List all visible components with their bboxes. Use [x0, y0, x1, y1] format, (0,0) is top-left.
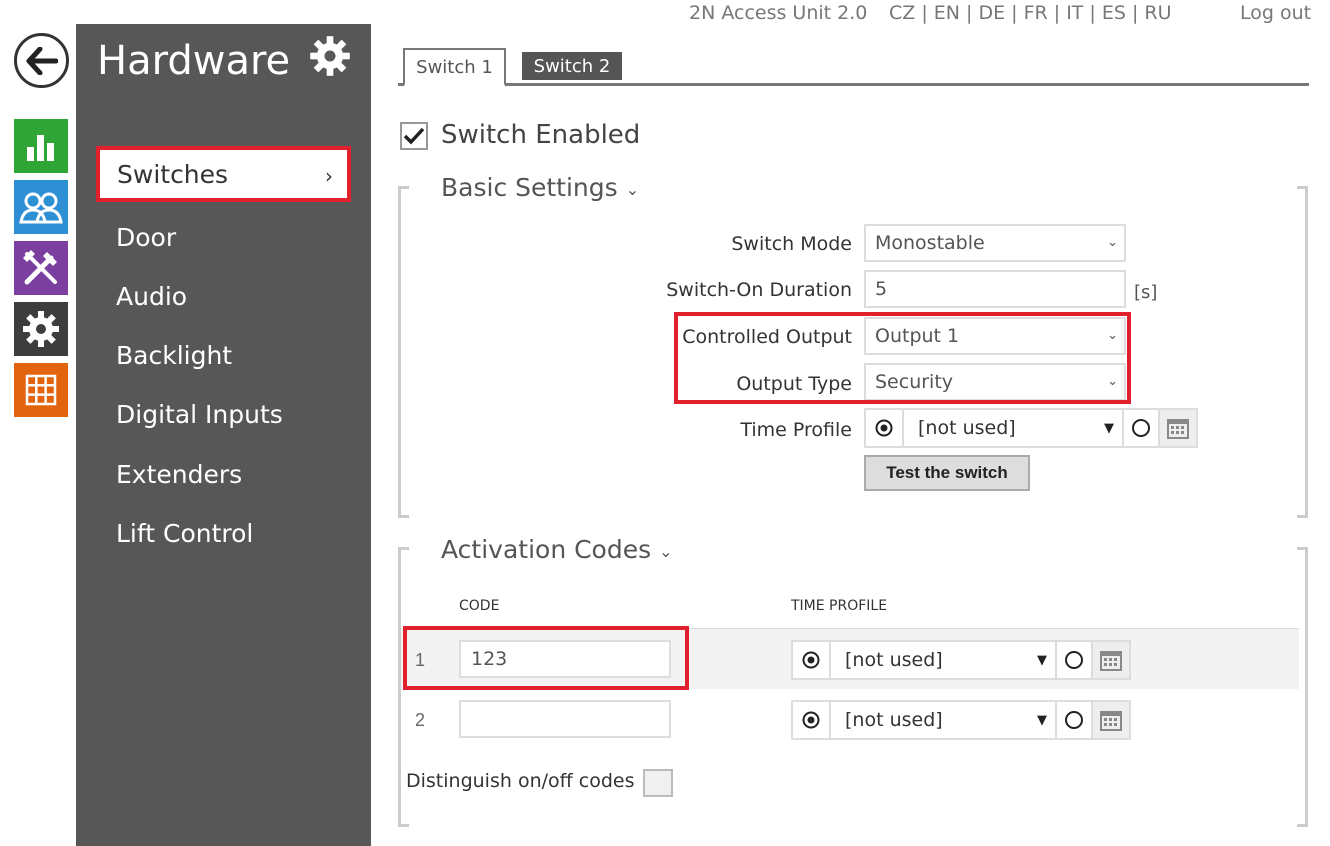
duration-input[interactable]: 5 — [864, 270, 1126, 308]
switch-mode-value: Monostable — [875, 232, 985, 254]
sidebar-item-switches[interactable]: Switches › — [96, 146, 351, 202]
tab-switch-2[interactable]: Switch 2 — [522, 52, 622, 80]
time-profile-select[interactable]: [not used] ▼ — [831, 702, 1057, 738]
sidebar-item-door[interactable]: Door — [96, 209, 351, 265]
section-title-text: Basic Settings — [441, 173, 618, 202]
switch-mode-select[interactable]: Monostable ⌄ — [864, 224, 1126, 262]
time-profile-radio-selected[interactable] — [866, 410, 904, 446]
icon-rail — [0, 0, 76, 846]
distinguish-codes-checkbox[interactable] — [643, 769, 673, 797]
services-grid-icon[interactable] — [14, 363, 68, 417]
calendar-icon[interactable] — [1093, 642, 1129, 678]
time-profile-radio-selected[interactable] — [793, 702, 831, 738]
caret-down-icon: ▼ — [1104, 421, 1114, 436]
basic-settings-title[interactable]: Basic Settings ⌄ — [441, 173, 639, 202]
back-arrow-icon[interactable] — [14, 33, 69, 88]
time-profile-label: Time Profile — [740, 419, 852, 441]
time-profile-control: [not used] ▼ — [864, 408, 1198, 448]
time-profile-value: [not used] — [845, 649, 943, 671]
row-number: 2 — [415, 710, 426, 730]
time-profile-radio-selected[interactable] — [793, 642, 831, 678]
caret-down-icon: ▼ — [1037, 713, 1047, 728]
gear-icon — [308, 34, 352, 78]
column-header-time-profile: TIME PROFILE — [791, 598, 888, 614]
time-profile-radio[interactable] — [1057, 642, 1093, 678]
code-input[interactable] — [459, 700, 671, 738]
highlight-box — [403, 626, 689, 690]
duration-unit: [s] — [1134, 282, 1158, 303]
time-profile-select[interactable]: [not used] ▼ — [831, 642, 1057, 678]
time-profile-value: [not used] — [918, 417, 1016, 439]
switch-tabs: Switch 1 Switch 2 — [398, 48, 1309, 87]
duration-value: 5 — [875, 278, 888, 300]
time-profile-value: [not used] — [845, 709, 943, 731]
sidebar: Hardware Switches › Door Audio Backlight… — [76, 24, 371, 846]
time-profile-control: [not used] ▼ — [791, 700, 1131, 740]
calendar-icon[interactable] — [1160, 410, 1196, 446]
sidebar-item-backlight[interactable]: Backlight — [96, 327, 351, 383]
switch-enabled-label: Switch Enabled — [441, 120, 641, 150]
time-profile-control: [not used] ▼ — [791, 640, 1131, 680]
switch-mode-label: Switch Mode — [731, 233, 852, 255]
sidebar-item-extenders[interactable]: Extenders — [96, 446, 351, 502]
sidebar-item-label: Switches — [117, 159, 229, 189]
highlight-box — [674, 312, 1131, 404]
chevron-down-icon: ⌄ — [625, 179, 640, 199]
time-profile-radio[interactable] — [1057, 702, 1093, 738]
logout-link[interactable]: Log out — [1240, 2, 1311, 24]
sidebar-title: Hardware — [97, 38, 291, 84]
language-selector[interactable]: CZ | EN | DE | FR | IT | ES | RU — [889, 2, 1172, 24]
duration-label: Switch-On Duration — [666, 279, 852, 301]
settings-gear-icon[interactable] — [14, 302, 68, 356]
calendar-icon[interactable] — [1093, 702, 1129, 738]
time-profile-radio[interactable] — [1124, 410, 1160, 446]
chevron-right-icon: › — [325, 164, 333, 188]
section-title-text: Activation Codes — [441, 535, 652, 564]
hardware-tools-icon[interactable] — [14, 241, 68, 295]
column-header-code: CODE — [459, 598, 500, 614]
time-profile-select[interactable]: [not used] ▼ — [904, 410, 1124, 446]
directory-users-icon[interactable] — [14, 180, 68, 234]
switch-enabled-checkbox[interactable] — [400, 122, 428, 150]
chevron-down-icon: ⌄ — [659, 541, 673, 561]
activation-codes-title[interactable]: Activation Codes ⌄ — [441, 535, 673, 564]
sidebar-item-audio[interactable]: Audio — [96, 268, 351, 324]
sidebar-item-lift-control[interactable]: Lift Control — [96, 505, 351, 561]
tab-switch-1[interactable]: Switch 1 — [403, 48, 506, 87]
caret-down-icon: ▼ — [1037, 653, 1047, 668]
distinguish-codes-label: Distinguish on/off codes — [406, 770, 635, 792]
chevron-down-icon: ⌄ — [1107, 235, 1118, 250]
sidebar-item-digital-inputs[interactable]: Digital Inputs — [96, 386, 351, 442]
test-switch-button[interactable]: Test the switch — [864, 455, 1030, 491]
checkmark-icon — [403, 127, 425, 145]
product-name: 2N Access Unit 2.0 — [689, 2, 868, 24]
status-chart-icon[interactable] — [14, 119, 68, 173]
